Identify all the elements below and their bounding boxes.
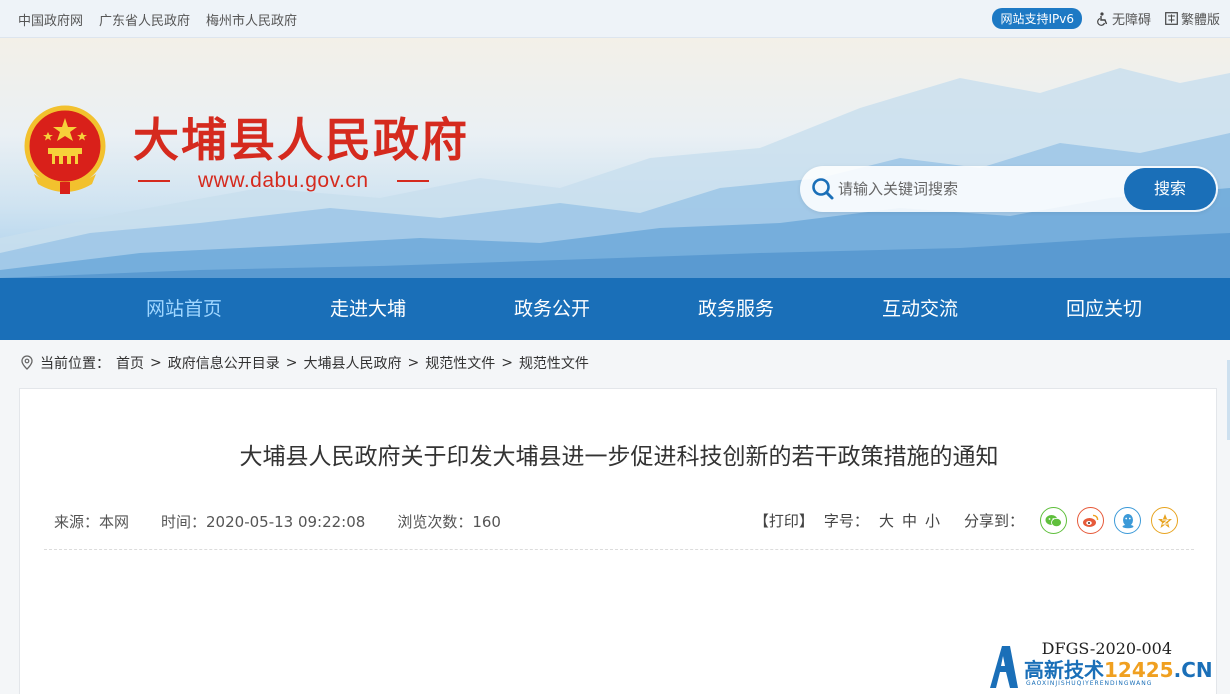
nav-response[interactable]: 回应关切 [1012,278,1196,340]
qzone-icon [1157,513,1172,528]
breadcrumb-separator: > [150,355,162,371]
site-url: www.dabu.gov.cn [198,169,369,192]
url-divider-left [138,180,170,182]
share-buttons [1040,507,1178,534]
breadcrumb-item-home[interactable]: 首页 [116,353,144,373]
weibo-icon [1083,514,1099,527]
traditional-label: 繁體版 [1180,13,1220,28]
wechat-icon [1045,514,1062,527]
accessibility-link[interactable]: 无障碍 [1096,9,1151,28]
article-tools: 【打印】 字号： 大 中 小 分享到： [754,507,1178,534]
main-nav: 网站首页 走进大埔 政务公开 政务服务 互动交流 回应关切 [0,278,1230,340]
wheelchair-icon [1097,11,1108,26]
font-size-medium[interactable]: 中 [902,510,917,531]
font-size-label: 字号： [823,512,869,530]
breadcrumb-item-normative[interactable]: 规范性文件 [425,353,495,373]
font-size-options: 大 中 小 [879,510,940,531]
breadcrumb-item-catalog[interactable]: 政府信息公开目录 [168,353,280,373]
breadcrumb-label: 当前位置： [40,356,110,372]
search-button[interactable]: 搜索 [1124,168,1216,210]
nav-gov-affairs[interactable]: 政务公开 [460,278,644,340]
wechat-share-button[interactable] [1040,507,1067,534]
watermark-logo-icon [990,646,1018,688]
search-input[interactable] [838,178,1108,200]
breadcrumb-item-county-gov[interactable]: 大埔县人民政府 [303,353,401,373]
nav-interaction[interactable]: 互动交流 [828,278,1012,340]
qq-share-button[interactable] [1114,507,1141,534]
breadcrumb-item-normative-current[interactable]: 规范性文件 [519,353,589,373]
traditional-link[interactable]: 繁體版 [1165,9,1220,28]
article-meta: 来源：本网 时间：2020-05-13 09:22:08 浏览次数：160 [54,511,501,532]
article-views: 浏览次数：160 [397,513,501,531]
nav-services[interactable]: 政务服务 [644,278,828,340]
top-links: 中国政府网 广东省人民政府 梅州市人民政府 [18,10,297,29]
site-url-row: www.dabu.gov.cn [138,169,429,193]
watermark: 高新技术12425.CN GAOXINJISHUQIYERENDINGWANG [986,642,1230,694]
breadcrumb: 当前位置： 首页 > 政府信息公开目录 > 大埔县人民政府 > 规范性文件 > … [20,353,589,373]
link-guangdong[interactable]: 广东省人民政府 [99,10,190,29]
breadcrumb-separator: > [285,355,298,371]
print-link[interactable]: 【打印】 [754,510,814,531]
search-box: 搜索 [800,166,1218,212]
top-right: 网站支持IPv6 无障碍 繁體版 [992,8,1220,29]
header-banner: 大埔县人民政府 www.dabu.gov.cn 搜索 [0,38,1230,278]
watermark-text-main: 高新技术 [1024,658,1104,682]
breadcrumb-separator: > [501,355,513,371]
search-icon [812,178,834,200]
accessibility-label: 无障碍 [1111,13,1151,28]
site-title: 大埔县人民政府 [133,113,469,167]
nav-about[interactable]: 走进大埔 [276,278,460,340]
nav-home[interactable]: 网站首页 [92,278,276,340]
link-meizhou[interactable]: 梅州市人民政府 [206,10,297,29]
article-source: 来源：本网 [54,513,130,531]
breadcrumb-separator: > [407,355,420,371]
watermark-text: 高新技术12425.CN [1024,654,1213,683]
weibo-share-button[interactable] [1077,507,1104,534]
url-divider-right [396,180,429,182]
national-emblem-icon [24,105,106,194]
qzone-share-button[interactable] [1151,507,1178,534]
article-title: 大埔县人民政府关于印发大埔县进一步促进科技创新的若干政策措施的通知 [239,444,999,470]
traditional-chinese-icon [1165,12,1178,25]
font-size-small[interactable]: 小 [925,510,940,531]
watermark-text-tail: .CN [1173,658,1213,682]
link-gov-cn[interactable]: 中国政府网 [18,10,83,29]
top-bar: 中国政府网 广东省人民政府 梅州市人民政府 网站支持IPv6 无障碍 繁體版 [0,0,1230,38]
article-time: 时间：2020-05-13 09:22:08 [161,513,366,531]
meta-divider [44,549,1194,550]
qq-icon [1122,513,1133,528]
location-pin-icon [21,355,33,370]
ipv6-badge[interactable]: 网站支持IPv6 [992,8,1082,29]
font-size-large[interactable]: 大 [879,510,894,531]
watermark-text-num: 12425 [1104,658,1174,682]
share-label: 分享到： [963,512,1024,530]
watermark-subtext: GAOXINJISHUQIYERENDINGWANG [1026,680,1153,687]
